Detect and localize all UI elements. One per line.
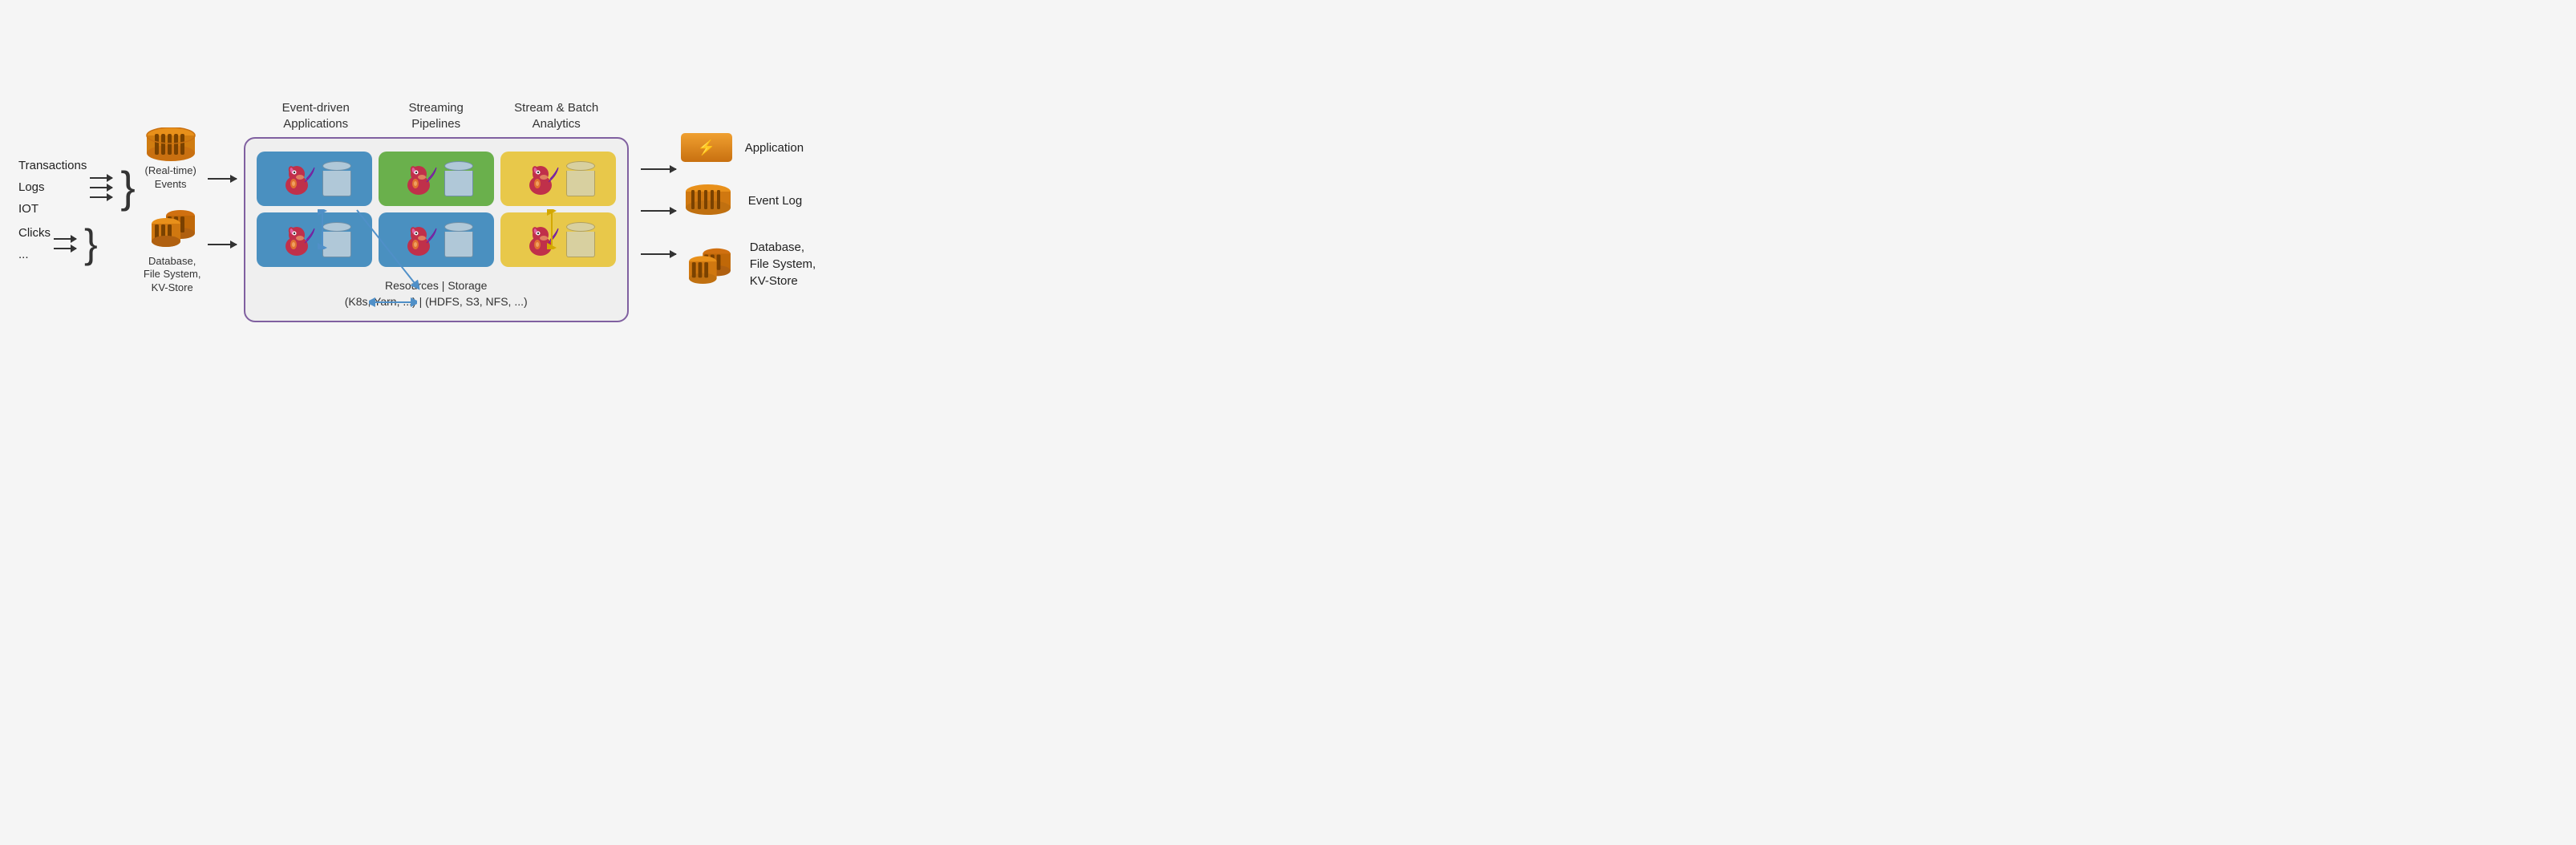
flink-main-box: Resources | Storage (K8s, Yarn, ...) | (… <box>244 137 629 322</box>
cell-r2c3 <box>500 212 616 267</box>
sources-section: Transactions Logs IOT } Clicks ... } <box>18 159 140 264</box>
event-log-icon <box>681 184 735 216</box>
arrow-transactions <box>90 177 112 179</box>
flink-grid <box>257 152 616 267</box>
squirrel-r1c1 <box>277 160 316 198</box>
arrow-events-to-box <box>208 178 237 180</box>
input-arrows <box>208 178 237 245</box>
database-label: Database, File System, KV-Store <box>750 239 816 289</box>
source-iot: IOT <box>18 202 87 216</box>
header-analytics: Stream & Batch Analytics <box>496 100 617 133</box>
output-arrow-1 <box>641 168 676 170</box>
cell-r2c2 <box>379 212 494 267</box>
cell-r1c3 <box>500 152 616 206</box>
bottom-source-group: Clicks ... } <box>18 224 140 264</box>
cell-r2c1 <box>257 212 372 267</box>
event-log-svg <box>681 184 735 216</box>
source-ellipsis: ... <box>18 248 51 261</box>
db-icon-group: Database, File System, KV-Store <box>144 206 201 296</box>
squirrel-r2c2 <box>399 220 438 259</box>
kafka-svg <box>144 127 198 161</box>
event-log-label: Event Log <box>748 194 803 208</box>
squirrel-r2c1 <box>277 220 316 259</box>
kafka-icon <box>144 127 198 161</box>
brace-bottom: } <box>84 224 98 264</box>
brace-top: } <box>120 165 135 209</box>
source-transactions: Transactions <box>18 159 87 172</box>
db-cell-r2c2 <box>444 222 473 257</box>
output-arrow-2 <box>641 210 676 212</box>
arrow-ellipsis <box>54 248 76 249</box>
main-section: Event-driven Applications Streaming Pipe… <box>240 100 633 323</box>
cell-r1c2 <box>379 152 494 206</box>
squirrel-r2c3 <box>521 220 560 259</box>
resources-label: Resources | Storage (K8s, Yarn, ...) | (… <box>257 278 616 309</box>
arrow-db-to-box <box>208 244 237 245</box>
output-arrows-section <box>641 168 676 255</box>
output-db-svg <box>681 245 737 285</box>
header-event-driven: Event-driven Applications <box>256 100 376 133</box>
squirrel-r1c2 <box>399 160 438 198</box>
db-cell-r1c1 <box>322 161 351 196</box>
application-label: Application <box>745 141 804 155</box>
db-stack-svg <box>144 206 201 248</box>
input-icons: (Real-time) Events <box>144 127 201 295</box>
db-cell-r2c1 <box>322 222 351 257</box>
top-source-group: Transactions Logs IOT } <box>18 159 140 216</box>
cell-r1c1 <box>257 152 372 206</box>
arrow-clicks <box>54 238 76 240</box>
db-stack-icon <box>144 206 201 252</box>
output-database: Database, File System, KV-Store <box>681 239 816 289</box>
events-label: (Real-time) Events <box>145 164 196 192</box>
source-clicks: Clicks <box>18 226 51 240</box>
column-headers: Event-driven Applications Streaming Pipe… <box>240 100 633 133</box>
db-cell-r1c3 <box>566 161 595 196</box>
output-section: ⚡ Application Event Log <box>681 133 816 289</box>
events-icon-group: (Real-time) Events <box>144 127 198 192</box>
output-arrow-3 <box>641 253 676 255</box>
output-application: ⚡ Application <box>681 133 816 162</box>
db-cell-r1c2 <box>444 161 473 196</box>
output-db-icon <box>681 245 737 285</box>
db-label: Database, File System, KV-Store <box>144 255 201 296</box>
architecture-diagram: Transactions Logs IOT } Clicks ... } <box>18 100 1270 323</box>
squirrel-r1c3 <box>521 160 560 198</box>
arrow-iot <box>90 196 112 198</box>
app-icon: ⚡ <box>681 133 732 162</box>
header-streaming: Streaming Pipelines <box>376 100 496 133</box>
source-logs: Logs <box>18 180 87 194</box>
db-cell-r2c3 <box>566 222 595 257</box>
arrow-logs <box>90 187 112 188</box>
output-event-log: Event Log <box>681 184 816 216</box>
